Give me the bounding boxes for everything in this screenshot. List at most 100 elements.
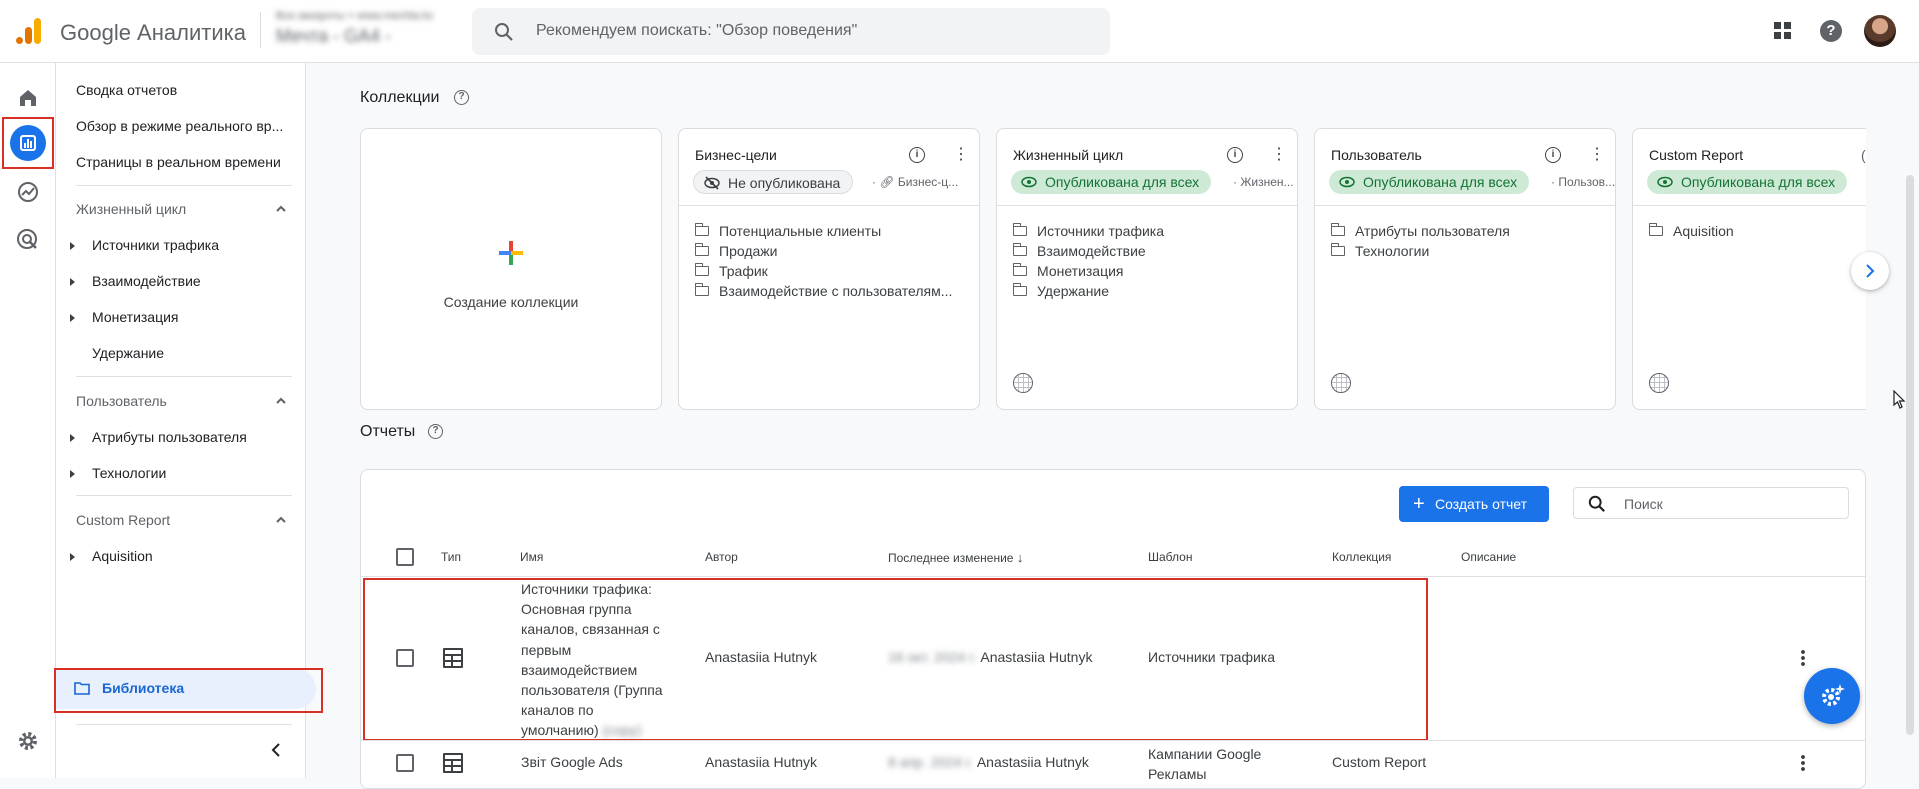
apps-grid-icon[interactable]: [1774, 22, 1792, 40]
search-icon: [495, 23, 513, 41]
folder-item[interactable]: Продажи: [694, 241, 952, 261]
nav-item-tech[interactable]: Технологии: [92, 465, 166, 481]
folder-label: Взаимодействие: [1037, 243, 1146, 259]
info-icon[interactable]: (: [1861, 147, 1866, 163]
expand-arrow-icon[interactable]: [70, 314, 75, 322]
account-selector[interactable]: Все аккаунты > www.mechta.kz Мечта - GA4…: [276, 10, 433, 47]
more-vert-icon[interactable]: ⋮: [1589, 147, 1605, 163]
page-scrollbar[interactable]: [1906, 175, 1914, 735]
folder-item[interactable]: Aquisition: [1648, 221, 1734, 241]
account-path: Все аккаунты > www.mechta.kz: [276, 10, 434, 22]
collection-card[interactable]: Жизненный цикл i ⋮ Опубликована для всех…: [996, 128, 1298, 410]
global-search[interactable]: Рекомендуем поискать: "Обзор поведения": [472, 8, 1110, 55]
help-icon[interactable]: ?: [454, 90, 469, 105]
status-badge: Не опубликована: [693, 170, 854, 194]
nav-item-monetization[interactable]: Монетизация: [92, 309, 179, 325]
explore-icon[interactable]: [14, 178, 42, 206]
folder-item[interactable]: Источники трафика: [1012, 221, 1164, 241]
help-icon[interactable]: ?: [428, 424, 443, 439]
advertising-icon[interactable]: [14, 226, 42, 254]
more-vert-icon[interactable]: [1801, 649, 1805, 667]
create-report-button[interactable]: + Создать отчет: [1399, 486, 1549, 522]
visibility-icon: [1021, 176, 1037, 188]
home-icon[interactable]: [14, 84, 42, 112]
create-report-label: Создать отчет: [1435, 496, 1528, 512]
report-name[interactable]: Звіт Google Ads: [521, 754, 623, 770]
column-header-author[interactable]: Автор: [705, 550, 738, 564]
nav-item-retention[interactable]: Удержание: [92, 345, 164, 361]
more-vert-icon[interactable]: ⋮: [1271, 147, 1287, 163]
expand-arrow-icon[interactable]: [70, 434, 75, 442]
help-icon[interactable]: ?: [1820, 20, 1842, 42]
nav-section-lifecycle[interactable]: Жизненный цикл: [76, 201, 186, 217]
folder-label: Продажи: [719, 243, 778, 259]
nav-item-traffic[interactable]: Источники трафика: [92, 237, 219, 253]
nav-realtime-overview[interactable]: Обзор в режиме реального вр...: [76, 118, 301, 134]
collection-card[interactable]: Custom Report ( Опубликована для всех Aq…: [1632, 128, 1866, 410]
nav-reports-snapshot[interactable]: Сводка отчетов: [76, 82, 177, 98]
create-collection-card[interactable]: Создание коллекции: [360, 128, 662, 410]
column-header-description[interactable]: Описание: [1461, 550, 1516, 564]
nav-item-aquisition[interactable]: Aquisition: [92, 548, 153, 564]
top-bar: Google Аналитика Все аккаунты > www.mech…: [0, 0, 1919, 63]
folder-icon: [1012, 263, 1027, 276]
folder-item[interactable]: Взаимодействие: [1012, 241, 1164, 261]
more-vert-icon[interactable]: [1801, 754, 1805, 772]
collapse-chevron-icon[interactable]: [269, 742, 283, 758]
expand-arrow-icon[interactable]: [70, 553, 75, 561]
more-vert-icon[interactable]: ⋮: [953, 147, 969, 163]
nav-item-engagement[interactable]: Взаимодействие: [92, 273, 201, 289]
info-icon[interactable]: i: [1227, 147, 1243, 163]
status-text: Опубликована для всех: [1681, 174, 1836, 190]
collection-title: Пользователь: [1331, 147, 1422, 163]
folder-item[interactable]: Удержание: [1012, 281, 1164, 301]
collection-card[interactable]: Пользователь i ⋮ Опубликована для всех ·…: [1314, 128, 1616, 410]
template-name: Пользов...: [1558, 175, 1616, 189]
expand-arrow-icon[interactable]: [70, 470, 75, 478]
modified-by: Anastasiia Hutnyk: [976, 754, 1089, 770]
status-text: Опубликована для всех: [1363, 174, 1518, 190]
column-header-name[interactable]: Имя: [520, 550, 543, 564]
folder-icon: [694, 243, 709, 256]
divider: [997, 205, 1297, 206]
info-icon[interactable]: i: [1545, 147, 1561, 163]
folder-label: Потенциальные клиенты: [719, 223, 882, 239]
collections-next-button[interactable]: [1851, 252, 1889, 290]
folder-icon: [694, 223, 709, 236]
info-icon[interactable]: i: [909, 147, 925, 163]
expand-arrow-icon[interactable]: [70, 242, 75, 250]
status-badge: Опубликована для всех: [1647, 170, 1848, 194]
row-checkbox[interactable]: [396, 754, 414, 772]
folder-item[interactable]: Взаимодействие с пользователям...: [694, 281, 952, 301]
folder-item[interactable]: Монетизация: [1012, 261, 1164, 281]
select-all-checkbox[interactable]: [396, 548, 414, 566]
chevron-up-icon[interactable]: [274, 513, 288, 527]
folder-icon: [694, 263, 709, 276]
collection-title: Жизненный цикл: [1013, 147, 1124, 163]
column-header-type[interactable]: Тип: [441, 550, 461, 564]
folder-item[interactable]: Атрибуты пользователя: [1330, 221, 1510, 241]
nav-realtime-pages[interactable]: Страницы в реальном времени: [76, 154, 281, 170]
visibility-icon: [1339, 176, 1355, 188]
reports-search-input[interactable]: Поиск: [1573, 487, 1849, 519]
nav-section-user[interactable]: Пользователь: [76, 393, 167, 409]
nav-item-user-attributes[interactable]: Атрибуты пользователя: [92, 429, 247, 445]
column-header-last-modified[interactable]: Последнее изменение ↓: [888, 550, 1023, 565]
folder-item[interactable]: Потенциальные клиенты: [694, 221, 952, 241]
folder-item[interactable]: Трафик: [694, 261, 952, 281]
settings-gear-icon[interactable]: [14, 727, 42, 755]
column-header-template[interactable]: Шаблон: [1148, 550, 1192, 564]
chevron-up-icon[interactable]: [274, 202, 288, 216]
avatar[interactable]: [1864, 15, 1896, 47]
expand-arrow-icon[interactable]: [70, 278, 75, 286]
divider: [361, 576, 1865, 577]
collection-card[interactable]: Бизнес-цели i ⋮ Не опубликована · 🔗︎ Биз…: [678, 128, 980, 410]
folder-item[interactable]: Технологии: [1330, 241, 1510, 261]
ai-assistant-button[interactable]: [1804, 668, 1860, 724]
published-globe-icon: [1013, 373, 1033, 393]
column-header-collection[interactable]: Коллекция: [1332, 550, 1391, 564]
folder-list: Атрибуты пользователя Технологии: [1330, 221, 1510, 261]
nav-section-custom-report[interactable]: Custom Report: [76, 512, 170, 528]
folder-list: Потенциальные клиенты Продажи Трафик Вза…: [694, 221, 952, 301]
chevron-up-icon[interactable]: [274, 394, 288, 408]
